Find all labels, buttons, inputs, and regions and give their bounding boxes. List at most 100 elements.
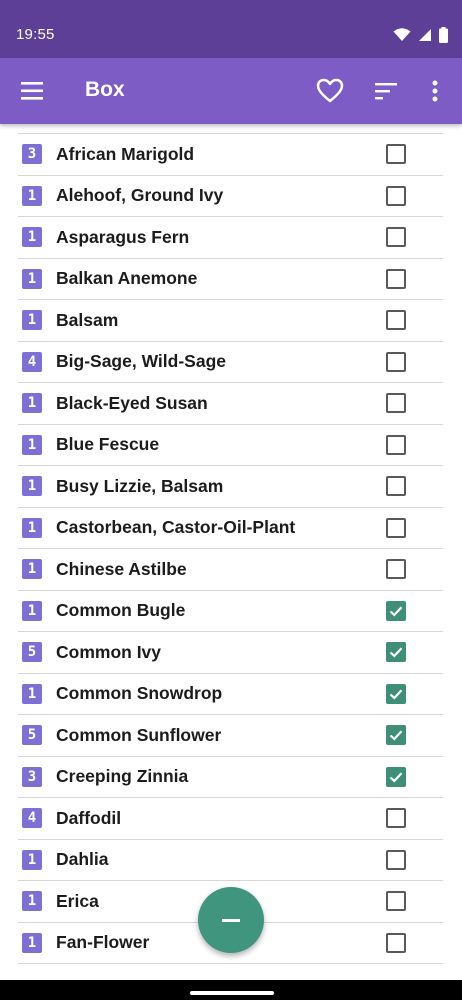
home-gesture-handle[interactable] [190, 991, 274, 995]
plant-name: Dahlia [56, 849, 109, 870]
list-item[interactable]: 1 Busy Lizzie, Balsam [18, 466, 443, 508]
sort-button[interactable] [374, 80, 400, 102]
plant-name: Daffodil [56, 807, 122, 828]
list-item[interactable]: 3 African Marigold [18, 134, 443, 176]
quantity-badge: 1 [22, 559, 42, 580]
status-bar: 19:55 [0, 0, 462, 58]
list-item[interactable]: 4 Daffodil [18, 798, 443, 840]
plant-name: Common Bugle [56, 600, 186, 621]
quantity-badge: 1 [22, 268, 42, 289]
plant-name: Chinese Astilbe [56, 558, 187, 579]
plant-name: Erica [56, 890, 99, 911]
quantity-badge: 1 [22, 393, 42, 414]
menu-icon [21, 82, 43, 100]
item-checkbox[interactable] [386, 849, 406, 870]
item-checkbox[interactable] [386, 683, 406, 704]
item-checkbox[interactable] [386, 932, 406, 953]
list-item[interactable]: 5 Common Ivy [18, 632, 443, 674]
app-bar: Box [0, 58, 462, 124]
check-icon [389, 771, 403, 783]
sort-icon [375, 83, 397, 100]
quantity-badge: 3 [22, 144, 42, 165]
quantity-badge: 1 [22, 891, 42, 912]
plant-list[interactable]: 3 African Marigold 1 Alehoof, Ground Ivy 1 As… [18, 133, 443, 973]
navigation-bar [0, 980, 462, 1000]
item-checkbox[interactable] [386, 144, 406, 164]
item-checkbox[interactable] [386, 725, 406, 745]
quantity-badge: 1 [22, 683, 42, 704]
quantity-badge: 1 [22, 434, 42, 455]
quantity-badge: 4 [22, 351, 42, 372]
wifi-icon [393, 28, 411, 41]
item-checkbox[interactable] [386, 600, 406, 621]
item-checkbox[interactable] [386, 476, 406, 496]
check-icon [389, 730, 403, 741]
plant-name: Common Snowdrop [56, 683, 223, 704]
item-checkbox[interactable] [386, 434, 406, 455]
item-checkbox[interactable] [386, 517, 406, 538]
list-item[interactable]: Flossflower, Pheasant's Phoenix [18, 964, 443, 973]
plant-name: Busy Lizzie, Balsam [56, 475, 224, 496]
quantity-badge: 1 [22, 600, 42, 621]
check-icon [389, 605, 403, 617]
list-item[interactable]: 1 Castorbean, Castor-Oil-Plant [18, 508, 443, 549]
plant-name: Fan-Flower [56, 932, 150, 953]
check-icon [389, 647, 403, 658]
plant-name: African Marigold [56, 143, 195, 164]
quantity-badge: 5 [22, 725, 42, 746]
favorite-button[interactable] [316, 78, 344, 104]
quantity-badge: 4 [22, 808, 42, 829]
quantity-badge: 1 [22, 849, 42, 870]
list-item[interactable]: 1 Alehoof, Ground Ivy [18, 176, 443, 217]
item-checkbox[interactable] [386, 559, 406, 579]
quantity-badge: 1 [22, 227, 42, 248]
remove-fab-button[interactable] [198, 887, 264, 953]
list-item[interactable]: 4 Big-Sage, Wild-Sage [18, 342, 443, 383]
quantity-badge: 3 [22, 766, 42, 787]
list-item[interactable]: 1 Common Snowdrop [18, 674, 443, 715]
check-icon [389, 688, 403, 700]
quantity-badge: 1 [22, 476, 42, 497]
list-item[interactable]: 1 Balkan Anemone [18, 259, 443, 300]
minus-icon [222, 919, 240, 922]
item-checkbox[interactable] [386, 268, 406, 289]
item-checkbox[interactable] [386, 766, 406, 787]
quantity-badge: 1 [22, 185, 42, 206]
plant-name: Common Ivy [56, 641, 162, 662]
quantity-badge: 1 [22, 932, 42, 953]
list-item[interactable]: 1 Dahlia [18, 840, 443, 881]
more-vert-icon [432, 80, 438, 102]
item-checkbox[interactable] [386, 351, 406, 372]
item-checkbox[interactable] [386, 185, 406, 206]
plant-name: Alehoof, Ground Ivy [56, 185, 224, 206]
battery-icon [439, 27, 448, 43]
quantity-badge: 5 [22, 642, 42, 663]
list-item[interactable]: 3 Creeping Zinnia [18, 757, 443, 798]
status-icons [393, 26, 448, 44]
list-item[interactable]: 1 Chinese Astilbe [18, 549, 443, 591]
plant-name: Balsam [56, 309, 119, 330]
plant-name: Big-Sage, Wild-Sage [56, 351, 227, 372]
item-checkbox[interactable] [386, 310, 406, 330]
item-checkbox[interactable] [386, 808, 406, 828]
plant-name: Asparagus Fern [56, 226, 190, 247]
item-checkbox[interactable] [386, 393, 406, 413]
plant-name: Castorbean, Castor-Oil-Plant [56, 517, 296, 538]
cellular-signal-icon [419, 29, 431, 41]
menu-button[interactable] [20, 79, 46, 103]
list-item[interactable]: 1 Blue Fescue [18, 425, 443, 466]
item-checkbox[interactable] [386, 227, 406, 247]
item-checkbox[interactable] [386, 642, 406, 662]
plant-name: Black-Eyed Susan [56, 392, 208, 413]
list-item[interactable]: 1 Black-Eyed Susan [18, 383, 443, 425]
plant-name: Balkan Anemone [56, 268, 198, 289]
more-options-button[interactable] [428, 78, 442, 104]
list-item[interactable]: 5 Common Sunflower [18, 715, 443, 757]
plant-name: Creeping Zinnia [56, 766, 189, 787]
page-title: Box [85, 78, 125, 101]
list-item[interactable]: 1 Common Bugle [18, 591, 443, 632]
item-checkbox[interactable] [386, 891, 406, 911]
list-item[interactable]: 1 Asparagus Fern [18, 217, 443, 259]
list-item[interactable]: 1 Balsam [18, 300, 443, 342]
plant-name: Common Sunflower [56, 724, 222, 745]
